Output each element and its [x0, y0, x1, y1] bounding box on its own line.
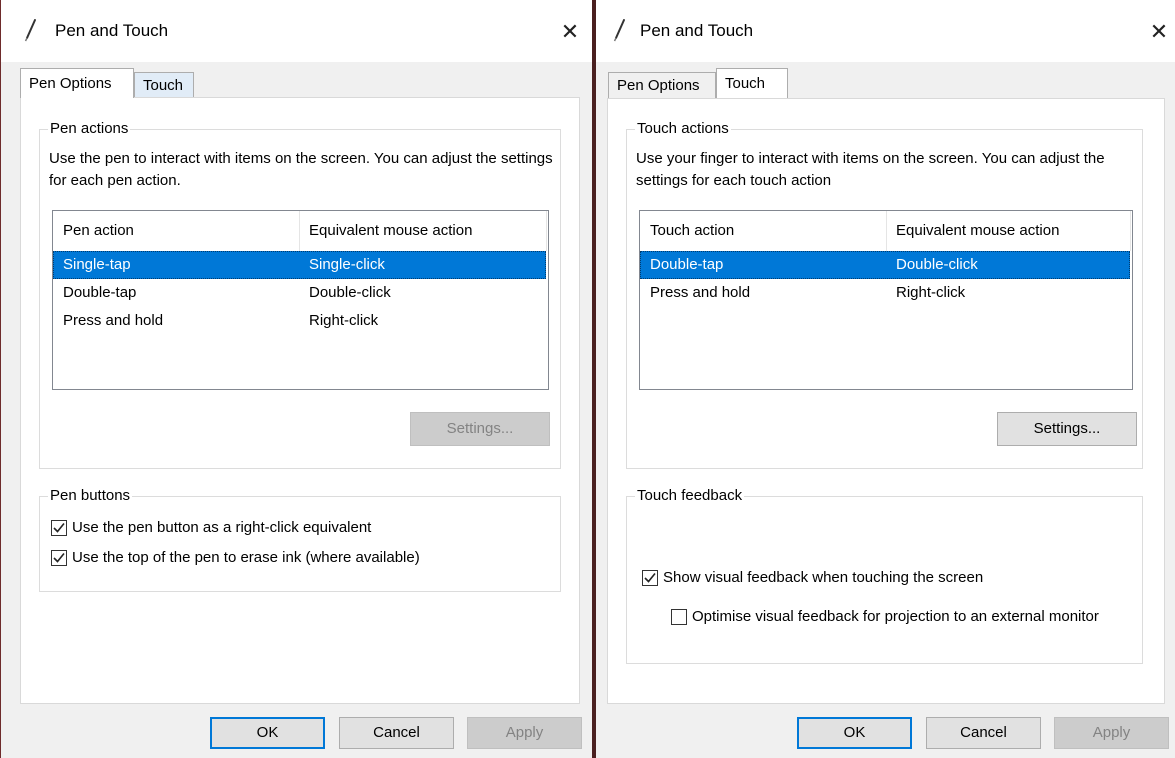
dialog-footer: OK Cancel Apply: [596, 704, 1175, 758]
dialog-title: Pen and Touch: [640, 21, 754, 40]
description-text: Use the pen to interact with items on th…: [49, 150, 553, 189]
column-divider[interactable]: [299, 211, 300, 251]
ok-button[interactable]: OK: [797, 717, 912, 749]
list-header: Pen action Equivalent mouse action: [53, 211, 548, 251]
tab-panel: Touch actions Use your finger to interac…: [607, 98, 1165, 704]
checkbox-icon[interactable]: [642, 570, 658, 586]
column-divider[interactable]: [886, 211, 887, 251]
pen-icon: [21, 18, 41, 42]
column-header[interactable]: Equivalent mouse action: [309, 211, 472, 251]
tab-panel: Pen actions Use the pen to interact with…: [20, 97, 580, 704]
group-label: Pen actions: [48, 120, 131, 138]
checkbox-label: Use the top of the pen to erase ink (whe…: [72, 549, 420, 566]
column-header[interactable]: Touch action: [650, 211, 734, 251]
close-button[interactable]: ✕: [1136, 12, 1175, 52]
pen-actions-group: Pen actions Use the pen to interact with…: [39, 120, 561, 469]
checkbox-icon[interactable]: [51, 520, 67, 536]
close-button[interactable]: ✕: [547, 12, 593, 52]
checkbox-label: Use the pen button as a right-click equi…: [72, 519, 372, 536]
checkbox-icon[interactable]: [671, 609, 687, 625]
group-label: Pen buttons: [48, 487, 133, 505]
list-header: Touch action Equivalent mouse action: [640, 211, 1132, 251]
pen-icon: [610, 18, 630, 42]
action-cell: Single-tap: [63, 256, 131, 273]
column-header[interactable]: Equivalent mouse action: [896, 211, 1059, 251]
column-header[interactable]: Pen action: [63, 211, 134, 251]
group-label: Touch actions: [635, 120, 731, 138]
mouse-cell: Double-click: [309, 284, 391, 301]
cancel-button[interactable]: Cancel: [926, 717, 1041, 749]
ok-button[interactable]: OK: [210, 717, 325, 749]
title-bar: Pen and Touch ✕: [596, 0, 1175, 62]
list-item[interactable]: Double-tap Double-click: [53, 279, 548, 307]
touch-feedback-group: Touch feedback Show visual feedback when…: [626, 487, 1143, 664]
title-bar: Pen and Touch ✕: [1, 0, 593, 62]
action-cell: Double-tap: [650, 256, 724, 273]
action-cell: Press and hold: [650, 284, 751, 301]
touch-actions-group: Touch actions Use your finger to interac…: [626, 120, 1143, 469]
mouse-cell: Double-click: [896, 256, 978, 273]
description-text: Use your finger to interact with items o…: [636, 150, 1105, 189]
cancel-button[interactable]: Cancel: [339, 717, 454, 749]
pen-buttons-group: Pen buttons Use the pen button as a righ…: [39, 487, 561, 592]
mouse-cell: Right-click: [896, 284, 966, 301]
checkbox-label: Show visual feedback when touching the s…: [663, 569, 984, 586]
touch-actions-list[interactable]: Touch action Equivalent mouse action Dou…: [639, 210, 1133, 390]
touch-dialog: Pen and Touch ✕ Pen Options Touch Touch …: [596, 0, 1175, 758]
dialog-footer: OK Cancel Apply: [1, 704, 593, 758]
apply-button[interactable]: Apply: [467, 717, 582, 749]
tab-touch[interactable]: Touch: [134, 72, 194, 98]
apply-button[interactable]: Apply: [1054, 717, 1169, 749]
checkbox-icon[interactable]: [51, 550, 67, 566]
action-cell: Double-tap: [63, 284, 137, 301]
settings-button[interactable]: Settings...: [410, 412, 550, 446]
tab-pen-options[interactable]: Pen Options: [20, 68, 134, 98]
list-item[interactable]: Single-tap Single-click: [53, 251, 546, 279]
list-item[interactable]: Double-tap Double-click: [640, 251, 1130, 279]
tab-touch[interactable]: Touch: [716, 68, 788, 98]
list-item[interactable]: Press and hold Right-click: [640, 279, 1132, 307]
group-label: Touch feedback: [635, 487, 745, 505]
dialog-title: Pen and Touch: [55, 21, 169, 40]
checkbox-label: Optimise visual feedback for projection …: [692, 608, 1099, 625]
column-divider[interactable]: [546, 211, 547, 251]
column-divider[interactable]: [1130, 211, 1131, 251]
pen-actions-list[interactable]: Pen action Equivalent mouse action Singl…: [52, 210, 549, 390]
list-item[interactable]: Press and hold Right-click: [53, 307, 548, 335]
mouse-cell: Right-click: [309, 312, 379, 329]
settings-button[interactable]: Settings...: [997, 412, 1137, 446]
mouse-cell: Single-click: [309, 256, 385, 273]
pen-options-dialog: Pen and Touch ✕ Pen Options Touch Pen ac…: [0, 0, 593, 758]
tab-pen-options[interactable]: Pen Options: [608, 72, 716, 98]
action-cell: Press and hold: [63, 312, 164, 329]
